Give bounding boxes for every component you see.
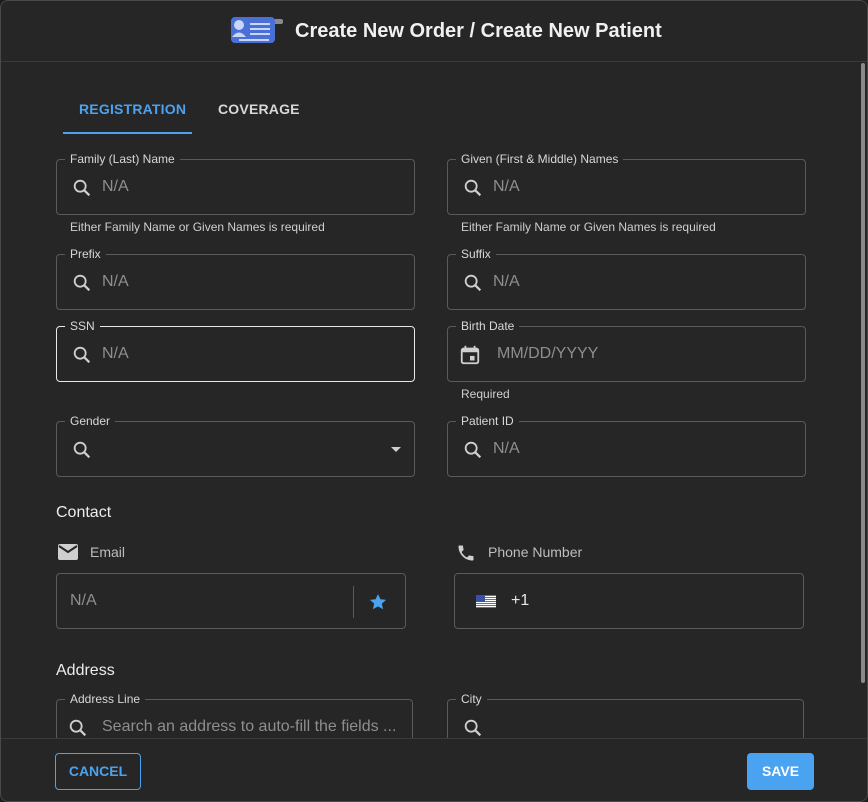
search-icon	[67, 717, 89, 738]
family-name-input[interactable]: N/A	[102, 178, 129, 196]
chevron-down-icon[interactable]	[390, 446, 402, 454]
phone-field[interactable]: +1	[454, 573, 804, 629]
search-icon	[462, 272, 484, 294]
ssn-field[interactable]: SSN N/A	[56, 319, 415, 382]
suffix-label: Suffix	[456, 247, 496, 261]
save-button[interactable]: SAVE	[747, 753, 814, 790]
gender-label: Gender	[65, 414, 116, 428]
create-order-dialog: Create New Order / Create New Patient RE…	[0, 0, 868, 802]
tab-registration[interactable]: REGISTRATION	[79, 101, 186, 117]
email-field[interactable]: N/A	[56, 573, 406, 629]
dialog-header: Create New Order / Create New Patient	[1, 1, 867, 62]
patient-id-input[interactable]: N/A	[493, 440, 520, 458]
us-flag-icon[interactable]	[476, 595, 496, 608]
form-scroll-area[interactable]: REGISTRATION COVERAGE Family (Last) Name…	[1, 63, 867, 738]
given-names-label: Given (First & Middle) Names	[456, 152, 624, 166]
search-icon	[71, 344, 93, 366]
suffix-field[interactable]: Suffix N/A	[447, 247, 806, 310]
active-tab-indicator	[63, 132, 192, 134]
email-divider	[353, 586, 354, 618]
search-icon	[462, 717, 484, 738]
email-label: Email	[90, 544, 126, 560]
birth-date-field[interactable]: Birth Date MM/DD/YYYY	[447, 319, 806, 382]
email-input[interactable]: N/A	[70, 592, 97, 610]
dialog-title: Create New Order / Create New Patient	[295, 20, 662, 42]
family-name-helper: Either Family Name or Given Names is req…	[70, 220, 325, 234]
calendar-icon[interactable]	[459, 344, 481, 366]
cancel-button[interactable]: CANCEL	[55, 753, 141, 790]
family-name-field[interactable]: Family (Last) Name N/A	[56, 152, 415, 215]
city-label: City	[456, 692, 487, 706]
star-icon[interactable]	[368, 592, 388, 612]
mail-icon	[57, 543, 79, 561]
search-icon	[462, 439, 484, 461]
phone-icon	[456, 543, 476, 563]
birth-date-helper: Required	[461, 387, 510, 401]
gender-select[interactable]: Gender	[56, 414, 415, 477]
address-line-label: Address Line	[65, 692, 146, 706]
patient-id-field[interactable]: Patient ID N/A	[447, 414, 806, 477]
search-icon	[462, 177, 484, 199]
birth-date-label: Birth Date	[456, 319, 520, 333]
city-field[interactable]: City	[447, 692, 804, 738]
search-icon	[71, 439, 93, 461]
patient-id-label: Patient ID	[456, 414, 519, 428]
ssn-label: SSN	[65, 319, 100, 333]
address-heading: Address	[56, 662, 115, 679]
prefix-label: Prefix	[65, 247, 106, 261]
contact-heading: Contact	[56, 504, 112, 521]
given-names-input[interactable]: N/A	[493, 178, 520, 196]
search-icon	[71, 272, 93, 294]
prefix-input[interactable]: N/A	[102, 273, 129, 291]
vertical-scrollbar[interactable]	[861, 63, 865, 683]
phone-label: Phone Number	[488, 544, 583, 560]
suffix-input[interactable]: N/A	[493, 273, 520, 291]
tab-coverage[interactable]: COVERAGE	[218, 101, 300, 117]
family-name-label: Family (Last) Name	[65, 152, 180, 166]
search-icon	[71, 177, 93, 199]
given-names-helper: Either Family Name or Given Names is req…	[461, 220, 716, 234]
address-line-field[interactable]: Address Line Search an address to auto-f…	[56, 692, 413, 738]
ssn-input[interactable]: N/A	[102, 345, 129, 363]
birth-date-input[interactable]: MM/DD/YYYY	[497, 345, 598, 363]
prefix-field[interactable]: Prefix N/A	[56, 247, 415, 310]
dialog-footer: CANCEL SAVE	[1, 738, 867, 801]
patient-card-icon	[229, 15, 285, 47]
given-names-field[interactable]: Given (First & Middle) Names N/A	[447, 152, 806, 215]
phone-country-code[interactable]: +1	[511, 592, 529, 610]
address-line-input[interactable]: Search an address to auto-fill the field…	[102, 718, 397, 736]
